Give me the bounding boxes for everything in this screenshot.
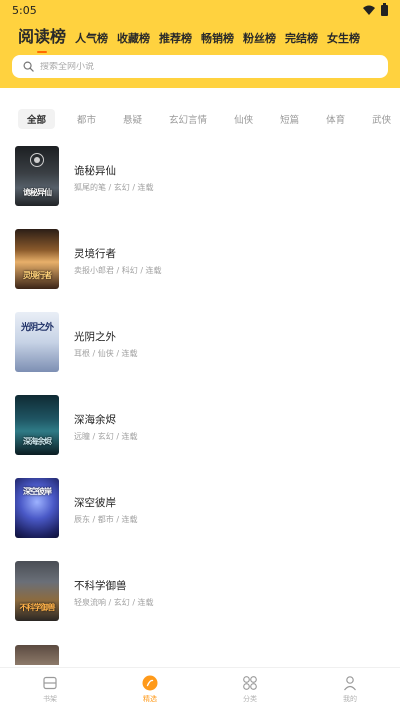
tab-bestseller-rank[interactable]: 畅销榜 <box>201 30 234 48</box>
tab-fans-rank[interactable]: 粉丝榜 <box>243 30 276 48</box>
book-item[interactable]: 深海余烬 深海余烬 远瞳 / 玄幻 / 连载 <box>0 395 400 457</box>
category-all[interactable]: 全部 <box>18 109 56 129</box>
cover-title: 深空彼岸 <box>23 487 52 496</box>
bookshelf-icon <box>43 676 57 690</box>
book-meta: 狐尾的笔 / 玄幻 / 连载 <box>74 183 154 192</box>
battery-icon <box>381 2 388 16</box>
book-meta: 辰东 / 都市 / 连载 <box>74 515 138 524</box>
book-meta: 卖报小郎君 / 科幻 / 连载 <box>74 266 162 275</box>
category-fantasy-romance[interactable]: 玄幻言情 <box>160 109 216 129</box>
book-cover: 诡秘异仙 <box>15 146 59 206</box>
book-item[interactable]: 灵境行者 灵境行者 卖报小郎君 / 科幻 / 连载 <box>0 229 400 291</box>
book-item[interactable]: 光阴之外 光阴之外 耳根 / 仙侠 / 连载 <box>0 312 400 374</box>
category-wuxia[interactable]: 武侠 <box>363 109 400 129</box>
tab-favorites-rank[interactable]: 收藏榜 <box>117 30 150 48</box>
category-filter: 全部 都市 悬疑 玄幻言情 仙侠 短篇 体育 武侠 <box>18 108 400 130</box>
book-cover: 深空彼岸 <box>15 478 59 538</box>
book-title: 不科学御兽 <box>74 580 127 592</box>
book-meta: 远瞳 / 玄幻 / 连载 <box>74 432 138 441</box>
category-xianxia[interactable]: 仙侠 <box>225 109 262 129</box>
book-title: 深空彼岸 <box>74 497 116 509</box>
cover-title: 灵境行者 <box>23 271 52 280</box>
book-meta: 轻泉流响 / 玄幻 / 连载 <box>74 598 154 607</box>
cover-title: 光阴之外 <box>20 323 54 333</box>
tab-reading-rank[interactable]: 阅读榜 <box>18 26 66 48</box>
tab-recommend-rank[interactable]: 推荐榜 <box>159 30 192 48</box>
search-input[interactable] <box>40 61 340 72</box>
book-item[interactable]: 深空彼岸 深空彼岸 辰东 / 都市 / 连载 <box>0 478 400 540</box>
cover-title: 不科学御兽 <box>19 603 56 612</box>
book-cover: 不科学御兽 <box>15 561 59 621</box>
book-cover: 深海余烬 <box>15 395 59 455</box>
tab-popularity-rank[interactable]: 人气榜 <box>75 30 108 48</box>
status-icons <box>363 2 388 16</box>
status-time: 5:05 <box>12 3 37 17</box>
book-cover: 光阴之外 <box>15 312 59 372</box>
category-suspense[interactable]: 悬疑 <box>114 109 151 129</box>
nav-category[interactable]: 分类 <box>220 675 280 704</box>
search-bar[interactable] <box>12 55 388 78</box>
nav-label: 我的 <box>343 695 357 703</box>
cover-title: 深海余烬 <box>23 437 52 446</box>
nav-label: 书架 <box>43 695 57 703</box>
tab-female-rank[interactable]: 女生榜 <box>327 30 360 48</box>
category-sports[interactable]: 体育 <box>317 109 354 129</box>
book-item[interactable]: 诡秘异仙 诡秘异仙 狐尾的笔 / 玄幻 / 连载 <box>0 146 400 208</box>
book-item[interactable]: 不科学御兽 不科学御兽 轻泉流响 / 玄幻 / 连载 <box>0 561 400 623</box>
book-title: 诡秘异仙 <box>74 165 116 177</box>
status-bar: 5:05 <box>0 0 400 20</box>
nav-label: 分类 <box>243 695 257 703</box>
category-urban[interactable]: 都市 <box>68 109 105 129</box>
book-title: 光阴之外 <box>74 331 116 343</box>
category-short-story[interactable]: 短篇 <box>271 109 308 129</box>
category-icon <box>243 676 257 690</box>
cover-emblem-icon <box>30 153 44 167</box>
ranking-tabs: 阅读榜 人气榜 收藏榜 推荐榜 畅销榜 粉丝榜 完结榜 女生榜 <box>18 24 360 48</box>
profile-icon <box>344 676 356 691</box>
book-cover: 灵境行者 <box>15 229 59 289</box>
top-header: 5:05 阅读榜 人气榜 收藏榜 推荐榜 畅销榜 粉丝榜 完结榜 女生榜 <box>0 0 400 88</box>
nav-label: 精选 <box>143 695 157 703</box>
book-meta: 耳根 / 仙侠 / 连载 <box>74 349 138 358</box>
wifi-icon <box>363 5 375 15</box>
featured-icon <box>142 675 158 691</box>
book-title: 灵境行者 <box>74 248 116 260</box>
nav-featured[interactable]: 精选 <box>120 675 180 704</box>
book-cover-partial[interactable] <box>15 645 59 665</box>
tab-completed-rank[interactable]: 完结榜 <box>285 30 318 48</box>
nav-profile[interactable]: 我的 <box>320 675 380 704</box>
book-title: 深海余烬 <box>74 414 116 426</box>
cover-title: 诡秘异仙 <box>23 188 52 197</box>
nav-bookshelf[interactable]: 书架 <box>20 675 80 704</box>
bottom-nav: 书架 精选 分类 我的 <box>0 667 400 711</box>
search-icon <box>23 61 34 72</box>
